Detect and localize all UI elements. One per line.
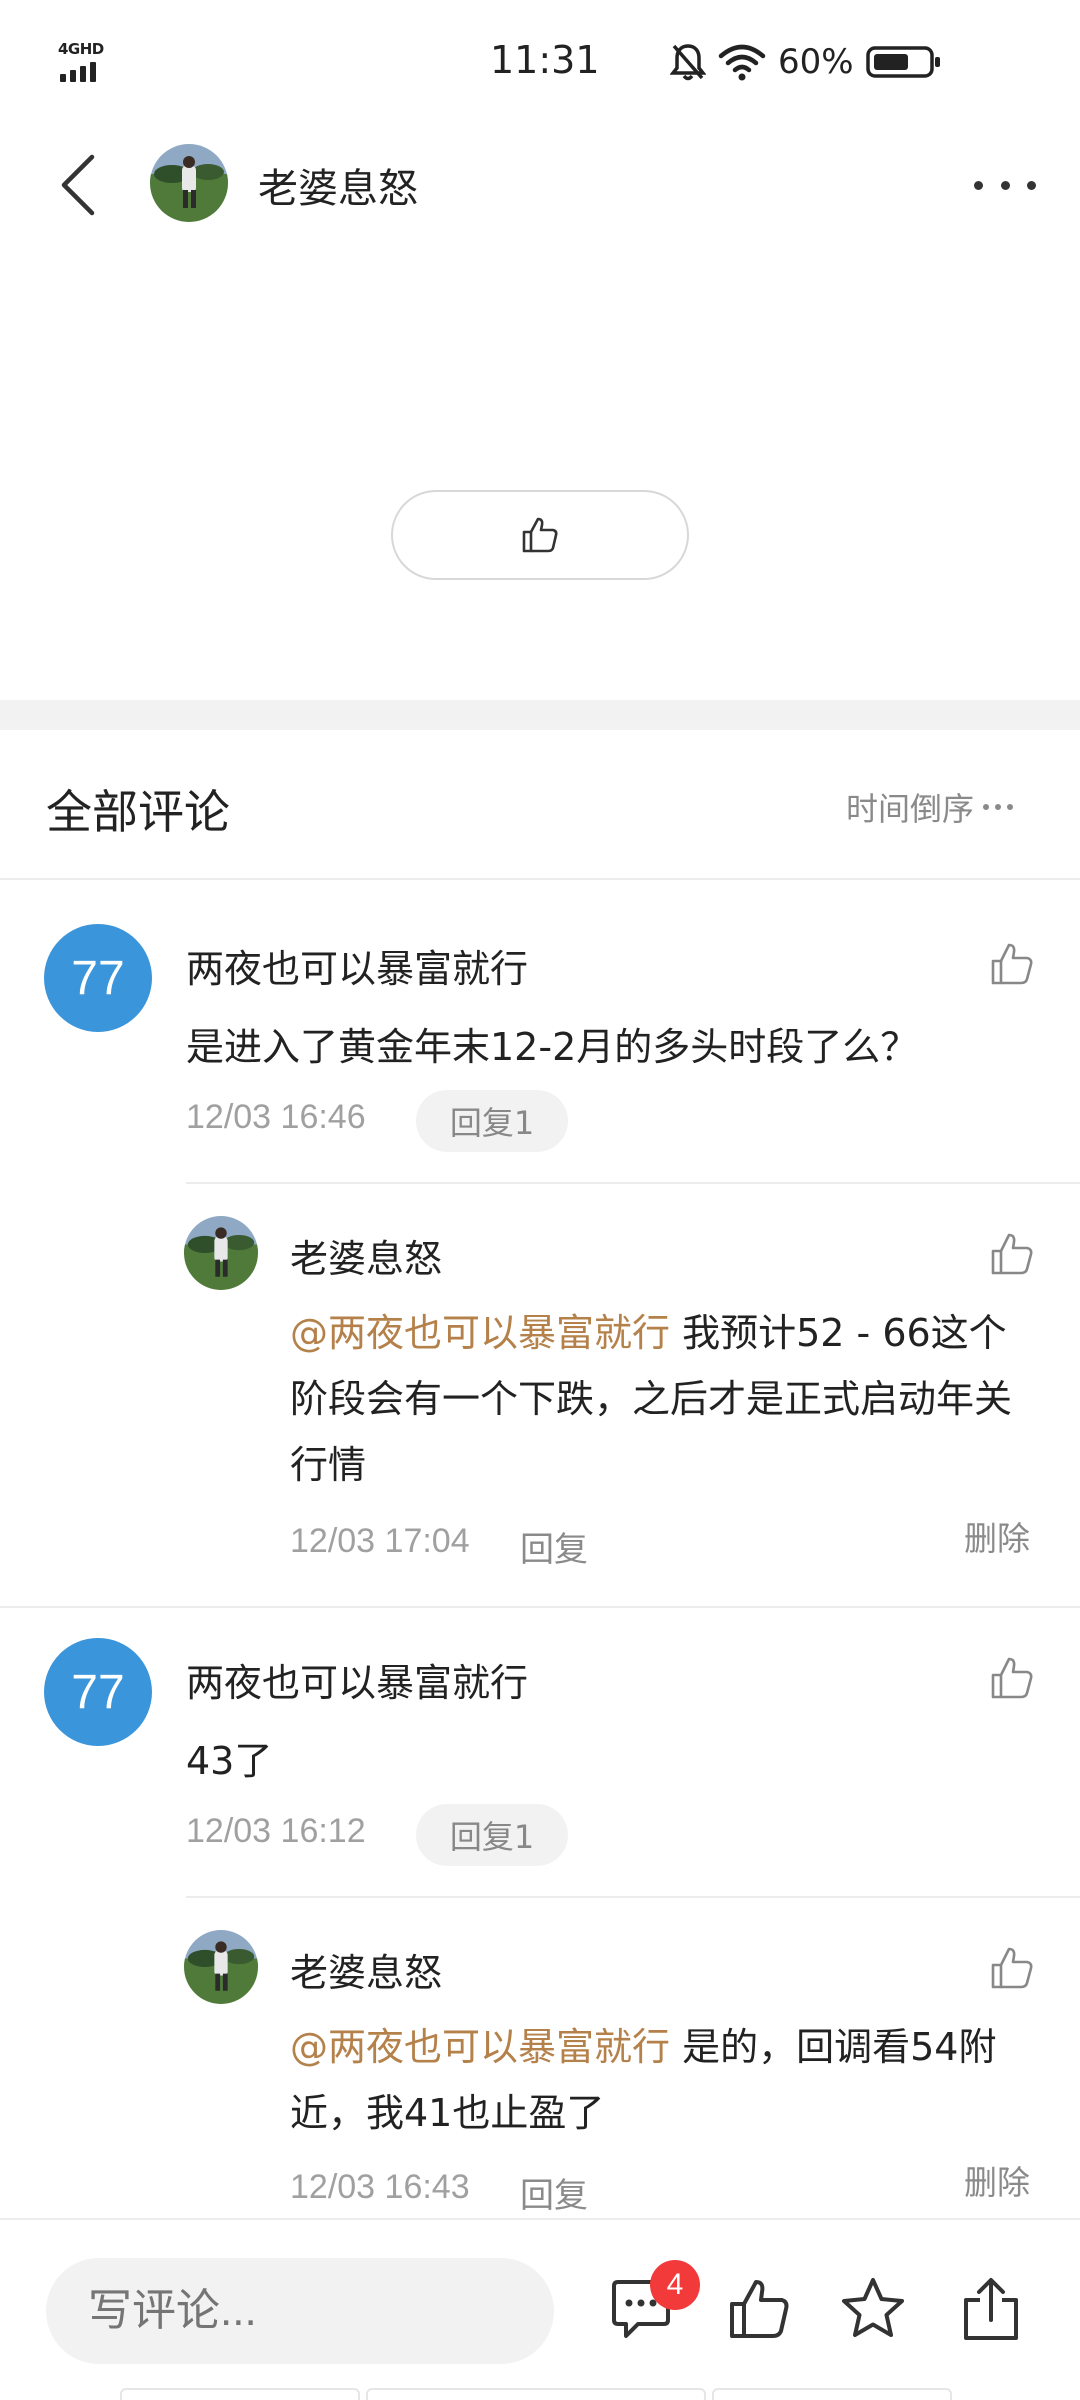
comment-like-icon[interactable] [988,940,1036,988]
section-divider [0,700,1080,730]
divider [186,1896,1080,1898]
reply-time: 12/03 17:04 [290,1522,470,1560]
comment-author[interactable]: 两夜也可以暴富就行 [186,938,528,993]
reply-like-icon[interactable] [988,1944,1036,1992]
thumbs-up-icon [522,517,558,553]
reply-text: @两夜也可以暴富就行 是的，回调看54附近，我41也止盈了 [290,2014,1040,2146]
bottom-action-bar: 4 [0,2218,1080,2400]
view-replies-button[interactable]: 回复1 [416,1090,568,1152]
network-type-label: 4GHD [58,40,104,58]
header-user-name[interactable]: 老婆息怒 [258,156,418,214]
avatar[interactable] [184,1930,258,2004]
divider [0,1606,1080,1608]
favorite-star-icon[interactable] [840,2276,906,2342]
avatar[interactable]: 77 [44,1638,152,1746]
status-time: 11:31 [490,38,600,82]
battery-percent: 60% [778,42,854,82]
view-replies-button[interactable]: 回复1 [416,1804,568,1866]
reply-like-icon[interactable] [988,1230,1036,1278]
comment-text: 是进入了黄金年末12-2月的多头时段了么？ [186,1025,919,1069]
reply-time: 12/03 16:43 [290,2168,470,2206]
like-icon[interactable] [726,2276,792,2342]
reply-button[interactable]: 回复 [520,2168,588,2217]
sort-label: 时间倒序 [846,790,975,828]
status-icons: 60% [670,40,942,84]
comment-time: 12/03 16:12 [186,1812,366,1850]
battery-icon [865,46,940,78]
avatar[interactable] [184,1216,258,1290]
delete-button[interactable]: 删除 [964,1512,1030,1560]
more-options-button[interactable] [970,160,1040,210]
share-icon[interactable] [958,2276,1024,2342]
avatar[interactable] [150,144,228,222]
wifi-icon [718,44,766,81]
back-button[interactable] [48,150,108,220]
comment-input[interactable] [46,2258,554,2364]
delete-button[interactable]: 删除 [964,2156,1030,2204]
status-bar: 4GHD 11:31 60% [0,0,1080,120]
comments-header: 全部评论 时间倒序 [0,730,1080,880]
reply-author[interactable]: 老婆息怒 [290,1228,442,1283]
ellipsis-icon [983,804,1014,810]
more-dots-icon [974,180,983,190]
reply-button[interactable]: 回复 [520,1522,588,1571]
comment-time: 12/03 16:46 [186,1098,366,1136]
mention-link[interactable]: @两夜也可以暴富就行 [290,2025,670,2069]
comments-title: 全部评论 [46,785,230,839]
article-like-button[interactable] [391,490,689,580]
cellular-signal-icon: 4GHD [58,40,108,82]
divider [186,1182,1080,1184]
mention-link[interactable]: @两夜也可以暴富就行 [290,1311,670,1355]
reply-author[interactable]: 老婆息怒 [290,1942,442,1997]
back-arrow-icon [61,154,95,216]
avatar[interactable]: 77 [44,924,152,1032]
comment-count-badge: 4 [650,2260,700,2310]
bottom-peek-tabs [120,2388,960,2400]
bell-muted-icon [670,44,706,81]
reply-text: @两夜也可以暴富就行 我预计52 - 66这个阶段会有一个下跌，之后才是正式启动… [290,1300,1040,1498]
sort-button[interactable]: 时间倒序 [846,784,1014,830]
comment-text: 43了 [186,1739,273,1783]
comment-author[interactable]: 两夜也可以暴富就行 [186,1652,528,1707]
comment-like-icon[interactable] [988,1654,1036,1702]
header: 老婆息怒 [0,120,1080,250]
